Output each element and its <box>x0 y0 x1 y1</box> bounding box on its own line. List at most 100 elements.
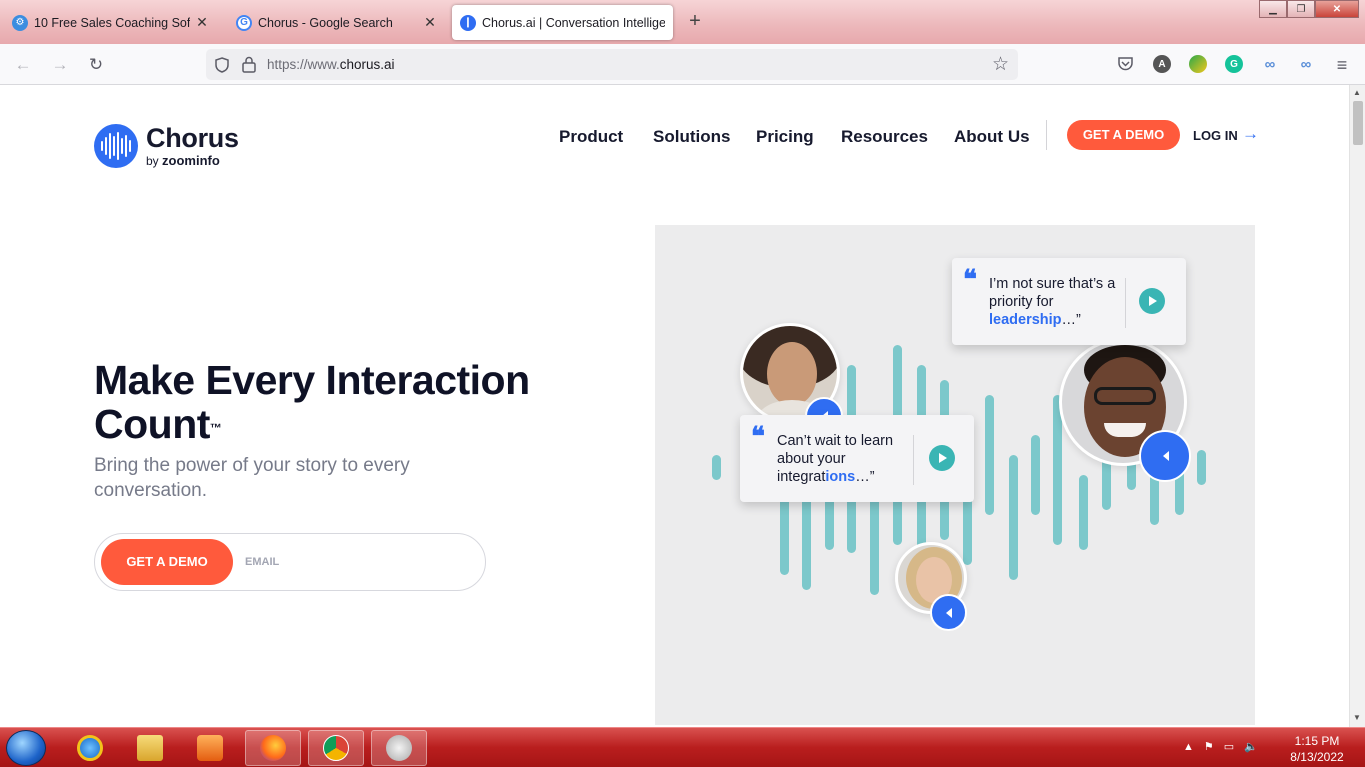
network-icon[interactable]: ▭ <box>1224 740 1234 753</box>
bubble-text-plain: I’m not sure that’s a priority for <box>989 276 1116 310</box>
logo-brand: zoominfo <box>162 153 220 168</box>
screen: ⚙ 10 Free Sales Coaching Software ✕ G Ch… <box>0 0 1365 767</box>
url-text[interactable]: https://www.chorus.ai <box>267 57 395 72</box>
scroll-down-arrow-icon[interactable]: ▼ <box>1353 713 1361 722</box>
internet-explorer-icon[interactable] <box>62 730 118 766</box>
flag-icon[interactable]: ⚑ <box>1204 740 1214 753</box>
sound-wave-bar <box>985 395 994 515</box>
firefox-icon[interactable] <box>245 730 301 766</box>
windows-taskbar: ▲ ⚑ ▭ 🔈 1:15 PM 8/13/2022 <box>0 727 1365 767</box>
chorus-logo-icon[interactable] <box>94 124 138 168</box>
quote-bubble-integrations: ❝ Can’t wait to learn about your integra… <box>740 415 974 502</box>
sound-wave-bar <box>1009 455 1018 580</box>
web-page: Chorus by zoominfo Product Solutions Pri… <box>0 85 1349 727</box>
sound-wave-bar <box>712 455 721 480</box>
forward-arrow-icon[interactable]: → <box>49 54 71 76</box>
new-tab-button[interactable]: + <box>684 10 706 33</box>
snipping-tool-icon[interactable] <box>371 730 427 766</box>
nav-resources[interactable]: Resources <box>841 127 928 147</box>
reload-icon[interactable]: ↻ <box>85 54 107 76</box>
google-icon: G <box>236 14 252 31</box>
url-host: chorus.ai <box>339 57 395 72</box>
get-demo-nav-button[interactable]: GET A DEMO <box>1067 120 1180 150</box>
media-player-icon[interactable] <box>182 730 238 766</box>
file-explorer-icon[interactable] <box>122 730 178 766</box>
extension-icon[interactable] <box>1189 55 1207 73</box>
quote-mark-icon: ❝ <box>963 265 977 295</box>
page-scrollbar[interactable]: ▲ ▼ <box>1349 85 1365 727</box>
chorus-icon: ❙ <box>460 14 476 31</box>
close-tab-icon[interactable]: ✕ <box>194 14 210 31</box>
arrow-right-icon[interactable]: → <box>1242 124 1259 144</box>
video-camera-icon <box>1139 430 1191 482</box>
tab-sales-coaching[interactable]: ⚙ 10 Free Sales Coaching Software ✕ <box>4 5 218 40</box>
sound-wave-bar <box>802 495 811 590</box>
close-window-button[interactable]: ✕ <box>1315 0 1359 18</box>
login-link[interactable]: LOG IN <box>1193 128 1238 143</box>
system-clock[interactable]: 1:15 PM 8/13/2022 <box>1284 733 1350 765</box>
tab-title: Chorus.ai | Conversation Intelligence <box>482 15 665 30</box>
tab-title: 10 Free Sales Coaching Software <box>34 15 190 30</box>
window-controls: ▁ ❐ ✕ <box>1259 0 1359 18</box>
browser-nav-bar: ← → ↻ https://www.chorus.ai ☆ A G ∞ ∞ ≡ <box>0 44 1365 85</box>
quote-bubble-leadership: ❝ I’m not sure that’s a priority for lea… <box>952 258 1186 345</box>
windows-start-button[interactable] <box>6 730 46 766</box>
sound-wave-bar <box>1031 435 1040 515</box>
link-extension-icon[interactable]: ∞ <box>1297 55 1315 73</box>
demo-signup-form: GET A DEMO EMAIL <box>94 533 486 591</box>
restore-button[interactable]: ❐ <box>1287 0 1315 18</box>
clock-date: 8/13/2022 <box>1290 750 1344 764</box>
url-scheme: https://www. <box>267 57 340 72</box>
hamburger-menu-icon[interactable]: ≡ <box>1331 54 1353 76</box>
sound-wave-bar <box>780 490 789 575</box>
clock-time: 1:15 PM <box>1294 734 1340 748</box>
bubble-text-end: …” <box>855 469 875 485</box>
nav-divider <box>1046 120 1047 150</box>
pocket-icon[interactable] <box>1117 56 1134 72</box>
grammarly-icon[interactable]: G <box>1225 55 1243 73</box>
sound-wave-bar <box>1079 475 1088 550</box>
shield-icon[interactable] <box>215 57 229 73</box>
bookmark-star-icon[interactable]: ☆ <box>992 53 1009 76</box>
tab-google-search[interactable]: G Chorus - Google Search ✕ <box>228 5 446 40</box>
url-bar[interactable]: https://www.chorus.ai ☆ <box>206 49 1018 80</box>
hero-title-line1: Make Every Interaction <box>94 357 530 403</box>
bubble-text: Can’t wait to learn about your integrati… <box>777 432 905 486</box>
quote-mark-icon: ❝ <box>751 422 765 452</box>
play-icon[interactable] <box>1139 288 1165 314</box>
tab-chorus[interactable]: ❙ Chorus.ai | Conversation Intelligence <box>452 5 673 40</box>
bubble-text: I’m not sure that’s a priority for leade… <box>989 275 1119 329</box>
get-demo-button[interactable]: GET A DEMO <box>101 539 233 585</box>
hero-subtitle: Bring the power of your story to every c… <box>94 455 410 501</box>
link-extension-icon[interactable]: ∞ <box>1261 55 1279 73</box>
nav-pricing[interactable]: Pricing <box>756 127 814 147</box>
account-icon[interactable]: A <box>1153 55 1171 73</box>
lock-icon[interactable] <box>242 56 256 73</box>
play-icon[interactable] <box>929 445 955 471</box>
logo-byline: by zoominfo <box>146 153 220 168</box>
system-tray: ▲ ⚑ ▭ 🔈 <box>1183 740 1258 754</box>
hero-title: Make Every Interaction Count™ <box>94 358 614 446</box>
nav-about-us[interactable]: About Us <box>954 127 1030 147</box>
close-tab-icon[interactable]: ✕ <box>422 14 438 31</box>
email-input[interactable]: EMAIL <box>245 556 279 568</box>
bubble-text-end: …” <box>1061 312 1081 328</box>
volume-icon[interactable]: 🔈 <box>1244 740 1258 753</box>
logo-wordmark[interactable]: Chorus <box>146 123 239 154</box>
logo-by: by <box>146 154 159 168</box>
nav-product[interactable]: Product <box>559 127 623 147</box>
bubble-text-highlight: ions <box>825 469 856 485</box>
minimize-button[interactable]: ▁ <box>1259 0 1287 18</box>
hero-title-line2: Count <box>94 401 210 447</box>
gear-icon: ⚙ <box>12 14 28 31</box>
scrollbar-thumb[interactable] <box>1353 101 1363 145</box>
sound-wave-bar <box>1197 450 1206 485</box>
scroll-up-arrow-icon[interactable]: ▲ <box>1353 88 1361 97</box>
tray-expand-icon[interactable]: ▲ <box>1183 741 1194 753</box>
chrome-icon[interactable] <box>308 730 364 766</box>
video-camera-icon <box>930 594 967 631</box>
back-arrow-icon[interactable]: ← <box>12 54 34 76</box>
tab-title: Chorus - Google Search <box>258 15 393 30</box>
bubble-text-highlight: leadership <box>989 312 1062 328</box>
nav-solutions[interactable]: Solutions <box>653 127 730 147</box>
